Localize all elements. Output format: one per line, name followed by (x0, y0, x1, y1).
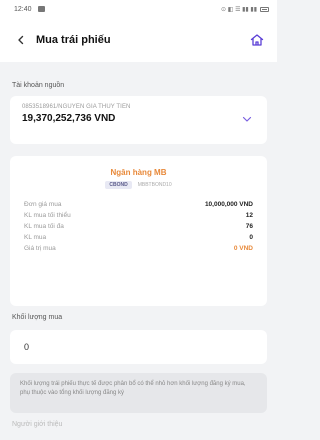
row-label: KL mua tối thiểu (24, 212, 71, 219)
bond-id: MBBTBOND10 (137, 182, 172, 188)
row-label: Giá trị mua (24, 245, 56, 252)
row-value: 10,000,000 VND (204, 201, 253, 208)
notification-icon (37, 6, 45, 12)
account-number: 0853518961/NGUYEN GIA THUY TIEN (22, 104, 131, 110)
referrer-label: Người giới thiệu (12, 421, 63, 428)
row-label: KL mua tối đa (24, 223, 64, 230)
bond-code-badge: CBOND (105, 181, 132, 189)
row-value: 76 (245, 223, 253, 230)
home-icon (250, 34, 264, 46)
source-account-select[interactable]: 0853518961/NGUYEN GIA THUY TIEN 19,370,2… (10, 96, 267, 144)
allocation-note: Khối lượng trái phiếu thực tế được phân … (10, 373, 267, 413)
bond-row-min-qty: KL mua tối thiểu 12 (24, 210, 253, 221)
bond-row-max-qty: KL mua tối đa 76 (24, 221, 253, 232)
quantity-label: Khối lượng mua (12, 314, 63, 321)
row-label: Đơn giá mua (24, 201, 62, 208)
row-label: KL mua (24, 234, 47, 241)
row-value: 0 (249, 234, 253, 241)
status-time: 12:40 (14, 5, 32, 13)
bank-name: Ngân hàng MB (110, 168, 167, 177)
bond-row-total-value: Giá trị mua 0 VND (24, 243, 253, 254)
quantity-input[interactable]: 0 (10, 330, 267, 364)
back-button[interactable] (12, 31, 30, 49)
chevron-down-icon (242, 116, 252, 122)
row-value: 0 VND (233, 245, 253, 252)
chevron-left-icon (18, 35, 24, 45)
status-bar: 12:40 ⊙ ◧ ☰ ▮▮ ▮▮ (0, 0, 277, 18)
row-value: 12 (245, 212, 253, 219)
battery-icon (260, 6, 269, 12)
page-title: Mua trái phiếu (36, 34, 111, 46)
account-balance: 19,370,252,736 VND (22, 113, 116, 124)
home-button[interactable] (249, 32, 265, 48)
source-account-label: Tài khoản nguồn (12, 82, 65, 89)
bond-row-unit-price: Đơn giá mua 10,000,000 VND (24, 199, 253, 210)
bond-row-qty: KL mua 0 (24, 232, 253, 243)
status-indicators: ⊙ ◧ ☰ ▮▮ ▮▮ (221, 6, 257, 13)
bond-info-card: Ngân hàng MB CBOND MBBTBOND10 Đơn giá mu… (10, 156, 267, 306)
app-header: Mua trái phiếu (0, 18, 277, 62)
quantity-value: 0 (24, 342, 30, 352)
